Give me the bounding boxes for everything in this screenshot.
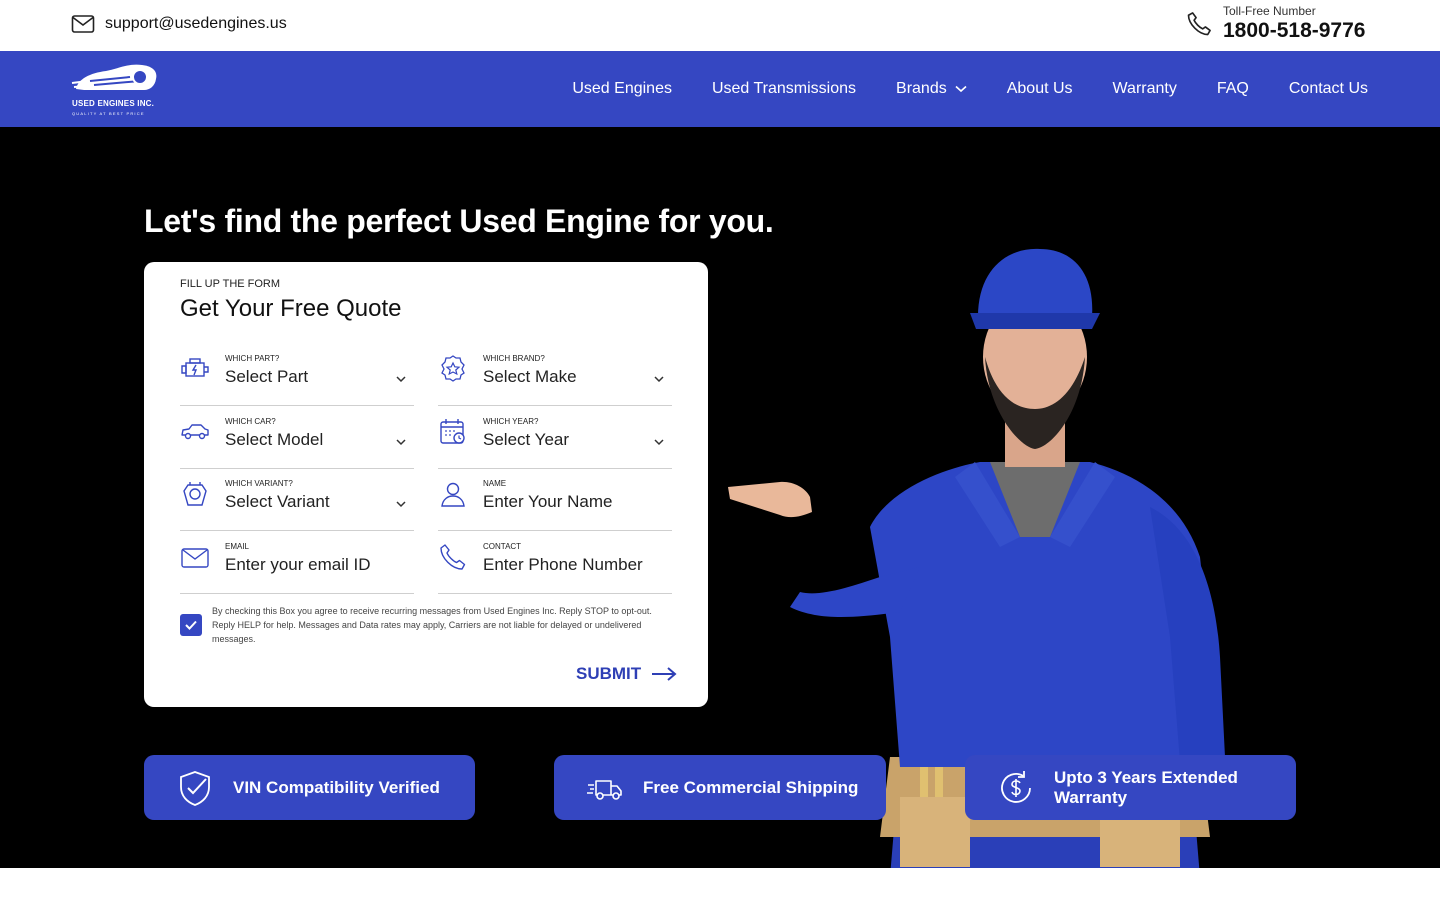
hero-headline: Let's find the perfect Used Engine for y… (144, 203, 774, 239)
mail-icon (181, 548, 209, 568)
variant-value: Select Variant (225, 492, 330, 511)
form-title: Get Your Free Quote (180, 295, 402, 322)
award-badge-icon (441, 355, 465, 382)
nav-label: FAQ (1216, 80, 1249, 97)
email-label: EMAIL (225, 542, 250, 551)
main-navbar: USED ENGINES INC. QUALITY AT BEST PRICE … (0, 51, 1440, 127)
nav-item-brands[interactable]: Brands (896, 80, 967, 98)
part-select[interactable]: WHICH PART? Select Part (180, 344, 414, 406)
logo-name: USED ENGINES INC. (72, 99, 155, 108)
chevron-down-icon (955, 85, 967, 93)
chevron-down-icon (396, 439, 406, 446)
phone-icon (440, 544, 466, 570)
form-eyebrow: FILL UP THE FORM (180, 278, 281, 290)
phone-field[interactable]: CONTACT Enter Phone Number (438, 532, 672, 594)
year-label: WHICH YEAR? (483, 417, 539, 426)
chevron-down-icon (654, 376, 664, 383)
nav-label: Brands (896, 80, 947, 97)
hero-section: Let's find the perfect Used Engine for y… (0, 127, 1440, 868)
car-logo-icon (71, 64, 157, 90)
quote-form-card: FILL UP THE FORM Get Your Free Quote WHI… (144, 262, 708, 707)
name-label: NAME (483, 479, 507, 488)
year-value: Select Year (483, 430, 570, 449)
feature-shipping-text: Free Commercial Shipping (643, 777, 859, 797)
nav-label: Used Engines (572, 80, 672, 97)
phone-icon (1187, 12, 1211, 36)
submit-button[interactable]: SUBMIT (576, 664, 677, 684)
brand-label: WHICH BRAND? (483, 354, 545, 363)
phone-label: CONTACT (483, 542, 522, 551)
company-logo[interactable]: USED ENGINES INC. QUALITY AT BEST PRICE (70, 59, 170, 119)
feature-extended-warranty: Upto 3 Years Extended Warranty (965, 755, 1296, 820)
part-value: Select Part (225, 367, 309, 386)
car-icon (181, 424, 209, 440)
email-placeholder: Enter your email ID (225, 555, 371, 574)
chevron-down-icon (396, 501, 406, 508)
phone-placeholder: Enter Phone Number (483, 555, 643, 574)
chevron-down-icon (654, 439, 664, 446)
warranty-line-2: Warranty (1054, 787, 1128, 807)
support-email-link[interactable]: support@usedengines.us (71, 14, 287, 34)
brand-select[interactable]: WHICH BRAND? Select Make (438, 344, 672, 406)
user-icon (441, 482, 465, 507)
checkmark-icon (185, 620, 197, 630)
engine-icon (181, 358, 209, 377)
nav-item-about-us[interactable]: About Us (1007, 80, 1073, 98)
phone-number[interactable]: 1800-518-9776 (1223, 18, 1365, 44)
nav-item-faq[interactable]: FAQ (1217, 80, 1249, 98)
nav-item-used-transmissions[interactable]: Used Transmissions (712, 80, 856, 98)
toll-free-phone[interactable]: Toll-Free Number 1800-518-9776 (1185, 4, 1365, 44)
nav-label: About Us (1006, 80, 1073, 97)
part-label: WHICH PART? (225, 354, 280, 363)
submit-label: SUBMIT (576, 664, 642, 683)
delivery-truck-icon (587, 780, 622, 800)
consent-checkbox[interactable] (180, 614, 202, 636)
support-email[interactable]: support@usedengines.us (105, 15, 287, 33)
calendar-icon (440, 419, 465, 444)
feature-vin-text: VIN Compatibility Verified (233, 777, 440, 797)
brand-value: Select Make (483, 367, 577, 386)
consent-text: By checking this Box you agree to receiv… (212, 606, 652, 644)
nav-menu: Used Engines Used Transmissions Brands A… (532, 51, 1368, 127)
engine-variant-icon (183, 482, 207, 506)
nav-item-warranty[interactable]: Warranty (1113, 80, 1177, 98)
dollar-refresh-icon (1001, 771, 1031, 803)
nav-label: Used Transmissions (711, 80, 857, 97)
nav-label: Contact Us (1288, 80, 1368, 97)
mail-icon (71, 15, 95, 33)
model-select[interactable]: WHICH CAR? Select Model (180, 407, 414, 469)
arrow-right-icon (652, 667, 677, 681)
name-field[interactable]: NAME Enter Your Name (438, 469, 672, 531)
name-placeholder: Enter Your Name (483, 492, 613, 511)
feature-warranty-text: Upto 3 Years Extended Warranty (1054, 768, 1238, 808)
nav-label: Warranty (1112, 80, 1177, 97)
shield-check-icon (180, 771, 210, 806)
nav-item-used-engines[interactable]: Used Engines (572, 80, 672, 98)
model-value: Select Model (225, 430, 324, 449)
logo-tagline: QUALITY AT BEST PRICE (72, 111, 145, 116)
model-label: WHICH CAR? (225, 417, 276, 426)
variant-select[interactable]: WHICH VARIANT? Select Variant (180, 469, 414, 531)
email-field[interactable]: EMAIL Enter your email ID (180, 532, 414, 594)
feature-free-shipping: Free Commercial Shipping (554, 755, 886, 820)
chevron-down-icon (396, 376, 406, 383)
year-select[interactable]: WHICH YEAR? Select Year (438, 407, 672, 469)
warranty-line-1: Upto 3 Years Extended (1054, 767, 1238, 787)
feature-vin-verified: VIN Compatibility Verified (144, 755, 475, 820)
variant-label: WHICH VARIANT? (225, 479, 293, 488)
nav-item-contact-us[interactable]: Contact Us (1289, 80, 1368, 98)
top-contact-bar: support@usedengines.us Toll-Free Number … (0, 0, 1440, 51)
phone-caption: Toll-Free Number (1223, 4, 1316, 18)
